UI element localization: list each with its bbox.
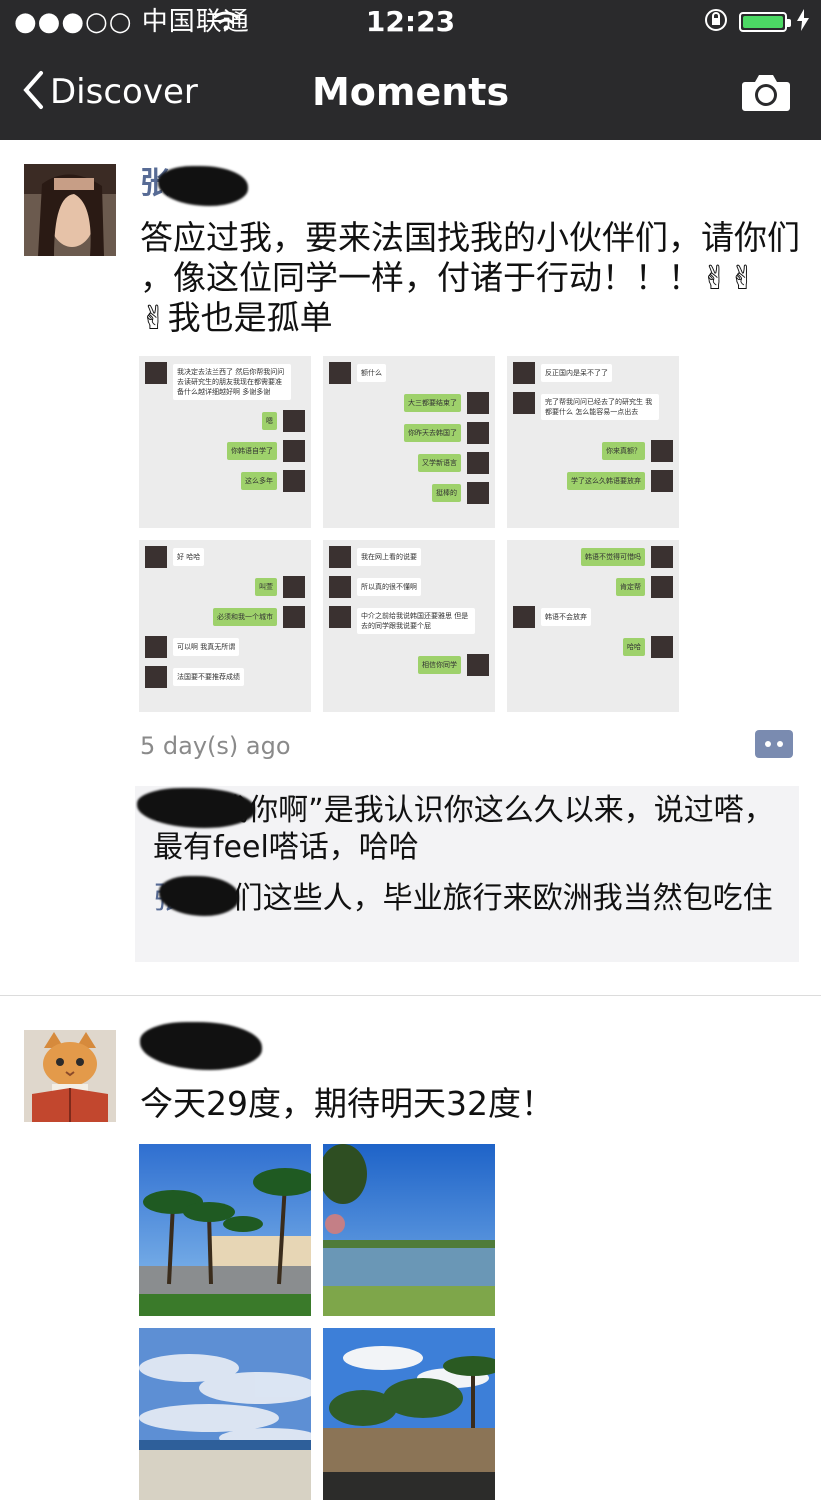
chat-avatar bbox=[145, 636, 167, 658]
moment-post: 张 答应过我，要来法国找我的小伙伴们，请你们 ，像这位同学一样，付诸于行动！！！… bbox=[0, 140, 821, 995]
chat-avatar bbox=[329, 546, 351, 568]
comment: 张: 你们这些人，毕业旅行来欧洲我当然包吃住 bbox=[153, 880, 789, 917]
chat-avatar bbox=[467, 482, 489, 504]
chat-avatar bbox=[329, 606, 351, 628]
chat-avatar bbox=[145, 666, 167, 688]
nav-bar: Discover Moments bbox=[0, 44, 821, 140]
redacted-name bbox=[158, 166, 248, 206]
camera-icon bbox=[741, 75, 791, 116]
chat-avatar bbox=[467, 654, 489, 676]
chat-avatar bbox=[513, 606, 535, 628]
chat-bubble: 肯定帮 bbox=[616, 578, 645, 596]
chat-avatar bbox=[513, 392, 535, 414]
chat-avatar bbox=[651, 546, 673, 568]
comments-section: : “去找你啊”是我认识你这么久以来，说过嗒，最有feel嗒话，哈哈 张: 你们… bbox=[135, 786, 799, 962]
chat-avatar bbox=[283, 410, 305, 432]
photo-thumbnail[interactable] bbox=[139, 1144, 311, 1316]
chat-avatar bbox=[513, 362, 535, 384]
chat-bubble: 韩语不会放弃 bbox=[541, 608, 591, 626]
post-time: 5 day(s) ago bbox=[140, 732, 291, 760]
chat-bubble: 中介之前给我说韩国还要雅思 但是去的同学跟我说要个屁 bbox=[357, 608, 475, 634]
post-text: 今天29度，期待明天32度！ bbox=[140, 1084, 554, 1123]
chat-bubble: 额什么 bbox=[357, 364, 386, 382]
chat-avatar bbox=[651, 576, 673, 598]
status-bar: ●●●○○ 中国联通 12:23 bbox=[0, 0, 821, 44]
photo-thumbnail[interactable]: 反正国内是呆不了了完了帮我问问已经去了的研究生 我都要什么 怎么能容易一点出去你… bbox=[507, 356, 679, 528]
chat-bubble: 这么多年 bbox=[241, 472, 277, 490]
chat-bubble: 嗯 bbox=[262, 412, 277, 430]
comment-button[interactable] bbox=[755, 730, 793, 758]
chat-bubble: 完了帮我问问已经去了的研究生 我都要什么 怎么能容易一点出去 bbox=[541, 394, 659, 420]
chat-avatar bbox=[283, 440, 305, 462]
photo-thumbnail[interactable] bbox=[323, 1328, 495, 1500]
chat-bubble: 好 哈哈 bbox=[173, 548, 205, 566]
camera-button[interactable] bbox=[741, 72, 791, 116]
chat-bubble: 韩语不觉得可惜吗 bbox=[581, 548, 645, 566]
chat-bubble: 法国要不要推荐成绩 bbox=[173, 668, 244, 686]
chat-bubble: 所以真的很不懂啊 bbox=[357, 578, 421, 596]
chat-bubble: 大三都要结束了 bbox=[404, 394, 461, 412]
chat-avatar bbox=[283, 576, 305, 598]
chat-avatar bbox=[329, 362, 351, 384]
chat-avatar bbox=[467, 422, 489, 444]
page-title: Moments bbox=[311, 70, 510, 114]
chat-bubble: 我在网上看的说要 bbox=[357, 548, 421, 566]
chat-avatar bbox=[329, 576, 351, 598]
chat-bubble: 学了这么久韩语要放弃 bbox=[567, 472, 645, 490]
chat-avatar bbox=[651, 440, 673, 462]
chat-bubble: 可以啊 我真无所谓 bbox=[173, 638, 240, 656]
chat-bubble: 你来真额？ bbox=[602, 442, 645, 460]
chat-avatar bbox=[467, 392, 489, 414]
chat-bubble: 叫萱 bbox=[255, 578, 277, 596]
photo-thumbnail[interactable] bbox=[323, 1144, 495, 1316]
chat-bubble: 我决定去法兰西了 然后你帮我问问去读研究生的朋友我现在都需要准备什么越详细越好啊… bbox=[173, 364, 291, 400]
clock: 12:23 bbox=[365, 5, 456, 38]
chat-bubble: 反正国内是呆不了了 bbox=[541, 364, 612, 382]
chat-bubble: 你韩语自学了 bbox=[227, 442, 277, 460]
photo-thumbnail[interactable]: 韩语不觉得可惜吗肯定帮韩语不会放弃哈哈 bbox=[507, 540, 679, 712]
photo-thumbnail[interactable]: 我在网上看的说要 所以真的很不懂啊中介之前给我说韩国还要雅思 但是去的同学跟我说要… bbox=[323, 540, 495, 712]
chat-avatar bbox=[651, 636, 673, 658]
redacted-name bbox=[140, 1022, 262, 1070]
comment-text: : 你们这些人，毕业旅行来欧洲我当然包吃住 bbox=[183, 881, 773, 916]
moment-post: 今天29度，期待明天32度！ bbox=[0, 996, 821, 1500]
chat-bubble: 挺棒的 bbox=[432, 484, 461, 502]
avatar[interactable] bbox=[24, 164, 116, 256]
post-text: 答应过我，要来法国找我的小伙伴们，请你们 ，像这位同学一样，付诸于行动！！！✌✌… bbox=[140, 218, 800, 337]
chat-bubble: 哈哈 bbox=[623, 638, 645, 656]
rotation-lock-icon bbox=[703, 7, 729, 37]
chat-avatar bbox=[651, 470, 673, 492]
photo-thumbnail[interactable]: 我决定去法兰西了 然后你帮我问问去读研究生的朋友我现在都需要准备什么越详细越好啊… bbox=[139, 356, 311, 528]
chat-avatar bbox=[145, 546, 167, 568]
photo-thumbnail[interactable]: 额什么 大三都要结束了 你昨天去韩国了又学新语言挺棒的 bbox=[323, 356, 495, 528]
charging-icon bbox=[797, 9, 809, 35]
chat-bubble: 你昨天去韩国了 bbox=[404, 424, 461, 442]
photo-thumbnail[interactable]: 好 哈哈叫萱必须和我一个城市可以啊 我真无所谓 法国要不要推荐成绩 bbox=[139, 540, 311, 712]
photo-thumbnail[interactable] bbox=[139, 1328, 311, 1500]
battery-icon bbox=[739, 12, 791, 32]
avatar[interactable] bbox=[24, 1030, 116, 1122]
chat-bubble: 相信你同学 bbox=[418, 656, 461, 674]
chat-bubble: 又学新语言 bbox=[418, 454, 461, 472]
chat-avatar bbox=[145, 362, 167, 384]
chat-bubble: 必须和我一个城市 bbox=[213, 608, 277, 626]
chat-avatar bbox=[283, 470, 305, 492]
chat-avatar bbox=[283, 606, 305, 628]
chat-avatar bbox=[467, 452, 489, 474]
